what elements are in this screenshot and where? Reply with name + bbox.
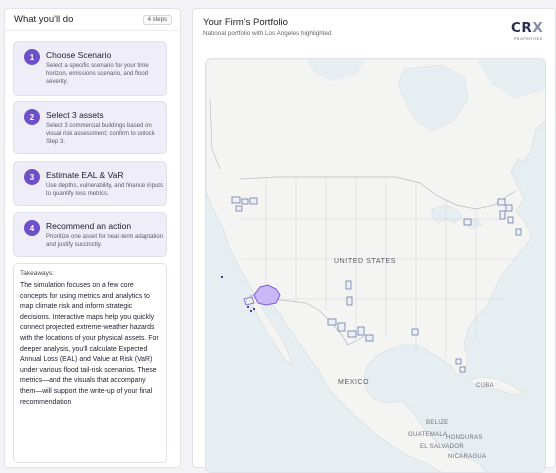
asset-region-texas-4 [357,326,365,336]
map-label-mexico: MEXICO [338,379,370,386]
asset-region-south [411,328,419,336]
step-description: Prioritize one asset for near-term adapt… [46,234,164,249]
portfolio-map[interactable]: UNITED STATES MEXICO CUBA BELIZE HONDURA… [205,58,546,473]
asset-region-pacific-nw-3 [249,197,258,205]
asset-region-central-2 [346,296,353,306]
map-label-guatemala: GUATEMALA [408,432,448,438]
map-label-el-salvador: EL SALVADOR [420,444,464,450]
portfolio-panel: Your Firm's Portfolio National portfolio… [192,8,556,473]
asset-region-mid-atlantic [515,228,522,236]
step-description: Select 3 commercial buildings based on v… [46,123,155,146]
los-angeles-point-2 [249,309,253,313]
asset-region-florida-1 [455,358,462,365]
step-description: Use depths, vulnerability, and finance i… [46,183,163,198]
map-canvas [206,59,545,472]
step-card-4[interactable]: 4 Recommend an action Prioritize one ass… [13,212,167,257]
portfolio-title: Your Firm's Portfolio [203,17,288,28]
portfolio-subtitle: National portfolio with Los Angeles high… [203,30,332,37]
logo-wordmark: CRX [511,20,543,36]
step-number-badge: 4 [24,220,40,236]
los-angeles-point-4 [220,275,224,279]
map-label-honduras: HONDURAS [446,435,483,441]
asset-region-florida-2 [459,366,466,373]
asset-region-northeast-4 [507,216,514,224]
step-title: Estimate EAL & VaR [46,170,124,180]
asset-region-northeast-3 [499,210,506,220]
asset-region-pacific-nw-1 [231,196,241,204]
logo-wordmark-cr: CR [511,20,533,36]
los-angeles-point-3 [252,307,256,311]
step-number-badge: 1 [24,49,40,65]
asset-region-pacific-nw-4 [235,205,243,212]
north-america-land [206,59,545,472]
map-label-cuba: CUBA [476,383,494,389]
los-angeles-point-1 [246,305,250,309]
step-title: Choose Scenario [46,50,112,60]
map-label-belize: BELIZE [426,420,449,426]
logo-subtext: PROPERTIES [514,37,543,41]
crx-properties-logo: CRX PROPERTIES [510,17,550,43]
asset-region-texas-5 [365,334,374,342]
steps-panel-title: What you'll do [14,14,74,25]
step-number-badge: 3 [24,169,40,185]
asset-region-texas-3 [347,330,357,338]
step-number-badge: 2 [24,109,40,125]
step-title: Select 3 assets [46,110,104,120]
asset-region-pacific-nw-2 [241,198,249,205]
asset-region-texas-2 [337,322,346,332]
logo-wordmark-x: X [532,20,544,36]
takeaways-text: The simulation focuses on a few core con… [20,282,159,406]
step-card-1[interactable]: 1 Choose Scenario Select a specific scen… [13,41,167,96]
asset-region-midwest [463,218,472,226]
step-card-3[interactable]: 3 Estimate EAL & VaR Use depths, vulnera… [13,161,167,206]
takeaways-label: Takeaways: [20,270,54,277]
asset-region-northeast-2 [505,204,513,212]
steps-panel-header: What you'll do 4 steps [5,9,180,31]
step-description: Select a specific scenario for your time… [46,63,149,86]
asset-region-central-1 [345,280,352,290]
asset-region-northeast-1 [497,198,506,206]
steps-count-badge: 4 steps [142,14,172,25]
map-label-usa: UNITED STATES [334,258,396,265]
step-title: Recommend an action [46,221,132,231]
map-label-nicaragua: NICARAGUA [448,454,487,460]
asset-region-texas-1 [327,318,337,326]
step-card-2[interactable]: 2 Select 3 assets Select 3 commercial bu… [13,101,167,154]
takeaways-box: Takeaways: The simulation focuses on a f… [13,263,167,463]
